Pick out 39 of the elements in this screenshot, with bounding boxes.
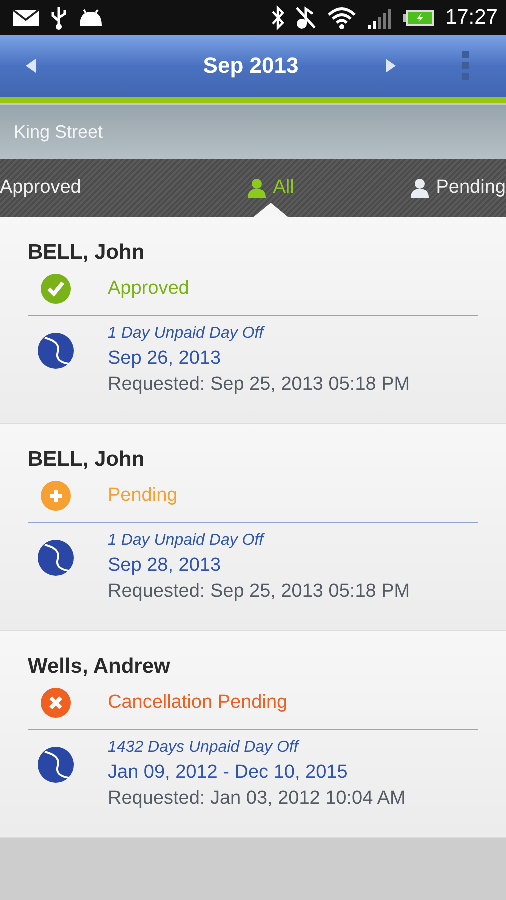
ball-icon	[37, 746, 75, 784]
filter-tab[interactable]: All	[247, 159, 294, 217]
status-label: Pending	[108, 485, 178, 507]
requested-time: Requested: Sep 25, 2013 05:18 PM	[108, 580, 410, 604]
signal-icon	[367, 6, 394, 28]
employee-name: BELL, John	[28, 448, 146, 472]
ball-icon	[37, 332, 75, 370]
request-card[interactable]: BELL, John Approved 1 Day Unpaid Day Off Sep 26, 2013 Requested: Sep 25, 2013 05:18 PM	[0, 217, 506, 424]
mail-icon	[12, 8, 40, 26]
more-icon	[462, 51, 470, 81]
filter-tab[interactable]: Pending	[410, 159, 506, 217]
filter-tab[interactable]: Approved	[0, 159, 82, 217]
leave-type: 1 Day Unpaid Day Off	[108, 531, 266, 551]
leave-dates: Sep 28, 2013	[108, 554, 222, 578]
employee-name: Wells, Andrew	[28, 655, 172, 679]
bluetooth-icon	[271, 4, 286, 30]
ball-icon	[37, 539, 75, 577]
requested-time: Requested: Sep 25, 2013 05:18 PM	[108, 373, 410, 397]
clock-time: 17:27	[445, 6, 498, 30]
leave-type: 1 Day Unpaid Day Off	[108, 324, 266, 344]
status-label: Cancellation Pending	[108, 692, 288, 714]
leave-dates: Sep 26, 2013	[108, 347, 222, 371]
status-label: Approved	[108, 278, 190, 300]
request-card[interactable]: BELL, John Pending 1 Day Unpaid Day Off Sep 28, 2013 Requested: Sep 25, 2013 05:18 PM	[0, 424, 506, 631]
request-card[interactable]: Wells, Andrew Cancellation Pending 1432 Days Unpaid Day Off Jan 09, 2012 - Dec 10, 2015 Requested: Jan 03, 2012 10:04 AM	[0, 631, 506, 838]
requested-time: Requested: Jan 03, 2012 10:04 AM	[108, 787, 406, 811]
wifi-icon	[327, 6, 358, 30]
month-title: Sep 2013	[202, 53, 300, 79]
music-muted-icon	[295, 6, 318, 30]
left-arrow-icon	[26, 59, 36, 73]
tab-pointer-icon	[254, 203, 288, 217]
leave-dates: Jan 09, 2012 - Dec 10, 2015	[108, 761, 349, 785]
usb-icon	[50, 4, 68, 30]
leave-type: 1432 Days Unpaid Day Off	[108, 738, 301, 758]
battery-icon	[403, 8, 436, 26]
right-arrow-icon	[386, 59, 396, 73]
location-label: King Street	[14, 122, 104, 142]
employee-name: BELL, John	[28, 241, 146, 265]
android-icon	[78, 8, 104, 28]
